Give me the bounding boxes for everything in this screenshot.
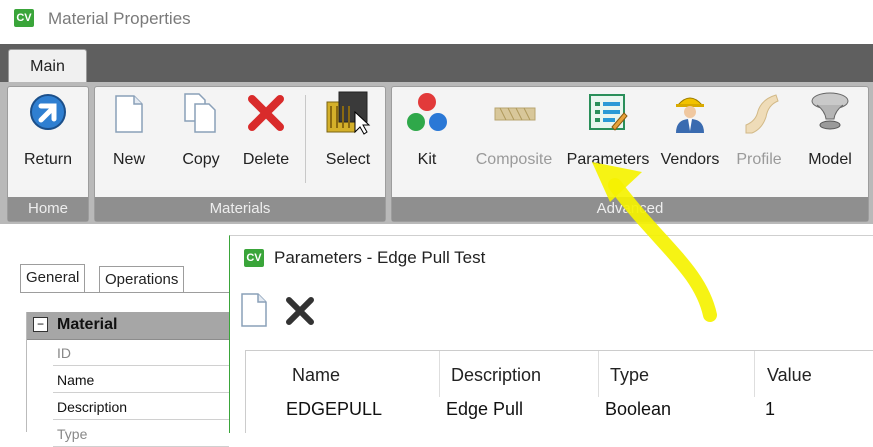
column-header-name[interactable]: Name	[292, 365, 340, 386]
delete-parameter-icon[interactable]	[285, 296, 315, 326]
ribbon-group-materials: New Copy Delete Select Materials	[94, 86, 386, 222]
select-label: Select	[325, 151, 371, 168]
delete-button[interactable]: Delete	[235, 87, 297, 183]
model-knob-icon	[811, 92, 849, 130]
property-row-name[interactable]: Name	[53, 367, 229, 393]
property-row-description[interactable]: Description	[53, 394, 229, 420]
parameters-list-icon	[589, 94, 628, 131]
new-button[interactable]: New	[101, 87, 157, 183]
kit-balls-icon	[407, 93, 447, 131]
property-category-material[interactable]: − Material	[27, 312, 229, 340]
highlight-arrow-annotation	[592, 162, 717, 322]
tab-main[interactable]: Main	[8, 49, 87, 84]
property-row-type[interactable]: Type	[53, 421, 229, 447]
column-header-type[interactable]: Type	[610, 365, 649, 386]
red-x-icon	[248, 95, 284, 131]
new-document-icon	[115, 95, 143, 133]
collapse-icon[interactable]: −	[33, 317, 48, 332]
vendor-worker-icon	[676, 97, 704, 133]
column-header-description[interactable]: Description	[451, 365, 541, 386]
select-button[interactable]: Select	[313, 87, 383, 183]
kit-button[interactable]: Kit	[404, 87, 450, 183]
new-label: New	[112, 151, 145, 168]
return-label: Return	[23, 151, 73, 168]
cell-type[interactable]: Boolean	[605, 399, 671, 420]
dialog-logo-icon: CV	[244, 249, 264, 267]
cell-description[interactable]: Edge Pull	[446, 399, 523, 420]
new-parameter-icon[interactable]	[240, 293, 268, 327]
return-button[interactable]: Return	[8, 87, 88, 183]
cell-value[interactable]: 1	[765, 399, 775, 420]
window-title: Material Properties	[48, 9, 191, 28]
group-label-home: Home	[8, 197, 88, 221]
app-logo-icon: CV	[14, 9, 34, 27]
ribbon-group-home: Return Home	[7, 86, 89, 222]
cell-name[interactable]: EDGEPULL	[286, 399, 382, 420]
composite-button: Composite	[466, 87, 562, 183]
model-label: Model	[808, 151, 852, 168]
composite-label: Composite	[475, 151, 553, 168]
column-divider	[754, 351, 755, 397]
property-grid: − Material ID Name Description Type	[26, 312, 229, 447]
column-divider	[598, 351, 599, 397]
group-label-materials: Materials	[95, 197, 385, 221]
tab-underline	[20, 292, 229, 293]
tab-general[interactable]: General	[20, 264, 86, 293]
group-separator	[305, 95, 306, 183]
category-title: Material	[57, 316, 118, 333]
return-arrow-icon	[30, 94, 66, 130]
column-divider	[439, 351, 440, 397]
column-header-value[interactable]: Value	[767, 365, 812, 386]
ribbon-tab-strip	[0, 44, 873, 82]
model-button[interactable]: Model	[796, 87, 864, 183]
profile-molding-icon	[745, 94, 779, 134]
copy-label: Copy	[182, 151, 220, 168]
copy-documents-icon	[184, 93, 216, 133]
copy-button[interactable]: Copy	[173, 87, 229, 183]
select-material-icon	[326, 91, 371, 135]
dialog-title: Parameters - Edge Pull Test	[274, 248, 486, 267]
property-row-id[interactable]: ID	[53, 340, 229, 366]
composite-board-icon	[494, 107, 536, 121]
tab-operations[interactable]: Operations	[99, 266, 185, 293]
parameters-table: Name Description Type Value EDGEPULL Edg…	[245, 350, 873, 433]
kit-label: Kit	[417, 151, 437, 168]
delete-label: Delete	[242, 151, 290, 168]
